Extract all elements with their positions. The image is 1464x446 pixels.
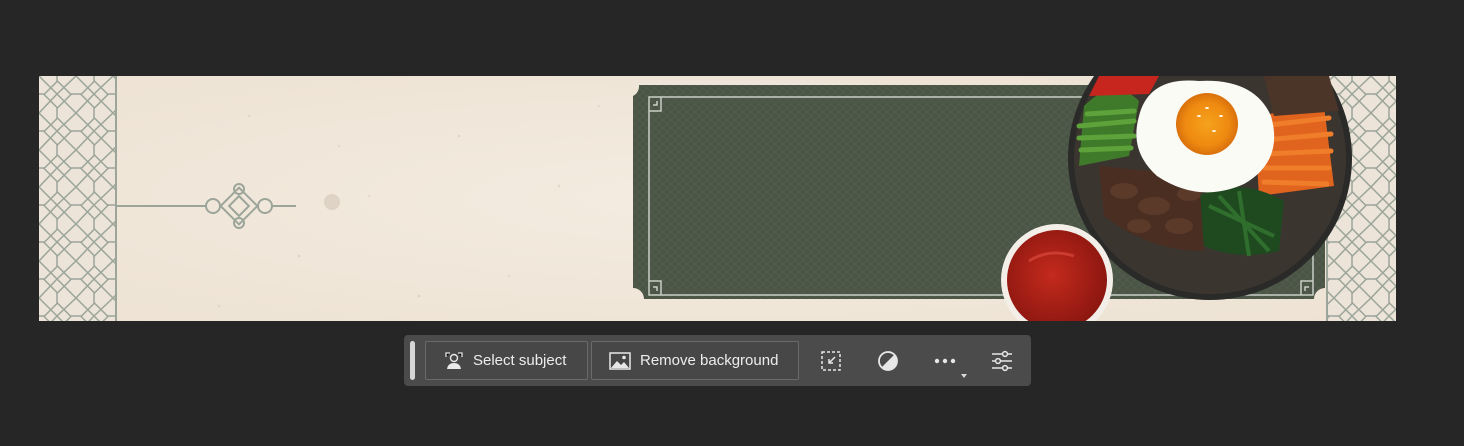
sliders-icon[interactable] [986, 345, 1018, 377]
half-circle-adjust-icon[interactable] [872, 345, 904, 377]
remove-background-button[interactable]: Remove background [591, 341, 799, 380]
document-canvas[interactable]: Select subject Remove background [0, 0, 1464, 446]
transform-crop-icon[interactable] [815, 345, 847, 377]
contextual-task-bar: Select subject Remove background [404, 335, 1031, 386]
select-subject-label: Select subject [473, 352, 567, 369]
person-select-icon [443, 350, 465, 372]
remove-background-label: Remove background [640, 352, 779, 369]
dropdown-caret-icon [961, 374, 967, 378]
image-icon [609, 350, 631, 372]
ellipsis-icon[interactable] [929, 345, 961, 377]
select-subject-button[interactable]: Select subject [425, 341, 588, 380]
drag-handle[interactable] [410, 341, 415, 380]
banner-image[interactable] [39, 76, 1396, 321]
